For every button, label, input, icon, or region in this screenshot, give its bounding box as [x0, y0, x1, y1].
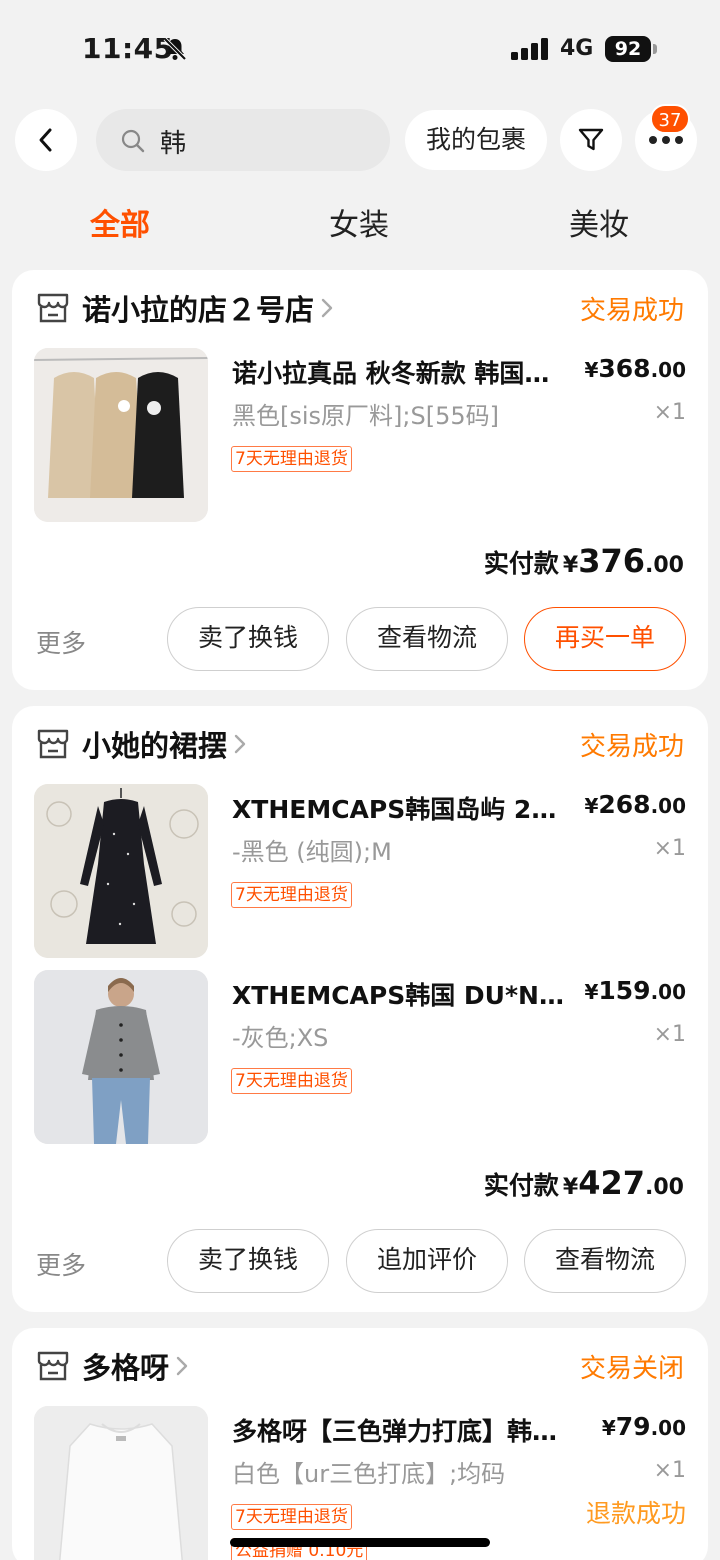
order-status: 交易关闭	[579, 1354, 684, 1384]
home-indicator[interactable]	[230, 1538, 490, 1547]
more-dots-icon	[649, 136, 683, 144]
order-card: 小她的裙摆 交易成功 XTHEMCAPS韩国岛屿 23秋冬连衣裙 ¥268.00…	[12, 706, 708, 1312]
shop-name: 多格呀	[82, 1351, 170, 1385]
order-status: 交易成功	[579, 296, 684, 326]
chevron-left-icon	[39, 128, 52, 152]
add-review-button[interactable]: 追加评价	[346, 1229, 508, 1293]
category-tabs: 全部 女装 美妆	[0, 200, 720, 256]
back-button[interactable]	[15, 109, 77, 171]
chevron-right-icon	[234, 734, 246, 754]
order-item[interactable]: 多格呀【三色弹力打底】韩系打底衫 ¥79.00 白色【ur三色打底】;均码 ×1…	[34, 1406, 686, 1560]
product-title[interactable]: 诺小拉真品 秋冬新款 韩国双面羊绒大衣	[232, 354, 572, 390]
product-sku: 白色【ur三色打底】;均码	[232, 1460, 506, 1488]
coat-image	[34, 348, 208, 522]
order-total: 实付款 ¥376.00	[483, 542, 684, 580]
order-item[interactable]: 诺小拉真品 秋冬新款 韩国双面羊绒大衣 ¥368.00 黑色[sis原厂料];S…	[34, 348, 686, 522]
product-sku: -灰色;XS	[232, 1024, 329, 1052]
product-title[interactable]: 多格呀【三色弹力打底】韩系打底衫	[232, 1412, 572, 1448]
network-type: 4G	[560, 36, 594, 61]
product-image[interactable]	[34, 970, 208, 1144]
tab-womens-wear[interactable]: 女装	[279, 200, 439, 244]
resell-button[interactable]: 卖了换钱	[167, 1229, 329, 1293]
shop-icon	[37, 1351, 69, 1381]
product-sku: -黑色 (纯圆);M	[232, 838, 392, 866]
view-logistics-button[interactable]: 查看物流	[346, 607, 508, 671]
product-image[interactable]	[34, 1406, 208, 1560]
order-item[interactable]: XTHEMCAPS韩国 DU*NS针织开衫 ¥159.00 -灰色;XS ×1 …	[34, 970, 686, 1144]
product-price: ¥268.00	[584, 790, 686, 819]
battery-icon: 92	[605, 36, 651, 62]
product-quantity: ×1	[653, 1022, 686, 1047]
bell-muted-icon	[163, 37, 187, 61]
search-input[interactable]: 韩	[96, 109, 390, 171]
tab-all[interactable]: 全部	[40, 200, 200, 244]
product-quantity: ×1	[653, 836, 686, 861]
view-logistics-button[interactable]: 查看物流	[524, 1229, 686, 1293]
resell-button[interactable]: 卖了换钱	[167, 607, 329, 671]
search-value: 韩	[160, 129, 187, 159]
search-icon	[121, 129, 145, 153]
order-status: 交易成功	[579, 732, 684, 762]
message-count-badge: 37	[650, 104, 690, 134]
product-sku: 黑色[sis原厂料];S[55码]	[232, 402, 499, 430]
more-link[interactable]: 更多	[36, 1246, 86, 1282]
product-quantity: ×1	[653, 1458, 686, 1483]
cardigan-image	[34, 970, 208, 1144]
return-policy-tag: 7天无理由退货	[231, 1068, 352, 1094]
battery-cap	[653, 44, 657, 54]
chevron-right-icon	[321, 298, 333, 318]
product-image[interactable]	[34, 784, 208, 958]
shop-name: 诺小拉的店２号店	[82, 293, 315, 327]
nav-bar: 韩 我的包裹 37	[0, 104, 720, 174]
tab-beauty[interactable]: 美妆	[519, 200, 679, 244]
product-price: ¥79.00	[601, 1412, 686, 1441]
shop-link[interactable]: 多格呀	[36, 1346, 189, 1386]
signal-icon	[511, 38, 548, 60]
status-time: 11:45	[82, 32, 174, 65]
return-policy-tag: 7天无理由退货	[231, 882, 352, 908]
product-title[interactable]: XTHEMCAPS韩国 DU*NS针织开衫	[232, 976, 572, 1012]
product-quantity: ×1	[653, 400, 686, 425]
order-item[interactable]: XTHEMCAPS韩国岛屿 23秋冬连衣裙 ¥268.00 -黑色 (纯圆);M…	[34, 784, 686, 958]
filter-icon	[578, 128, 604, 151]
shop-icon	[37, 729, 69, 759]
more-link[interactable]: 更多	[36, 624, 86, 660]
product-title[interactable]: XTHEMCAPS韩国岛屿 23秋冬连衣裙	[232, 790, 572, 826]
filter-button[interactable]	[560, 109, 622, 171]
return-policy-tag: 7天无理由退货	[231, 1504, 352, 1530]
return-policy-tag: 7天无理由退货	[231, 446, 352, 472]
order-card: 多格呀 交易关闭 多格呀【三色弹力打底】韩系打底衫 ¥79.00 白色【ur三色…	[12, 1328, 708, 1560]
chevron-right-icon	[176, 1356, 188, 1376]
top-image	[34, 1406, 208, 1560]
shop-link[interactable]: 小她的裙摆	[36, 724, 247, 764]
order-card: 诺小拉的店２号店 交易成功 诺小拉真品 秋冬新款 韩国双面羊绒大衣 ¥368.0…	[12, 270, 708, 690]
shop-name: 小她的裙摆	[82, 729, 228, 763]
status-bar: 11:45 4G 92	[0, 0, 720, 96]
shop-link[interactable]: 诺小拉的店２号店	[36, 288, 334, 328]
my-packages-button[interactable]: 我的包裹	[405, 110, 547, 170]
buy-again-button[interactable]: 再买一单	[524, 607, 686, 671]
product-price: ¥159.00	[584, 976, 686, 1005]
shop-icon	[37, 293, 69, 323]
refund-status: 退款成功	[585, 1499, 686, 1528]
product-price: ¥368.00	[584, 354, 686, 383]
dress-image	[34, 784, 208, 958]
product-image[interactable]	[34, 348, 208, 522]
order-total: 实付款 ¥427.00	[483, 1164, 684, 1202]
